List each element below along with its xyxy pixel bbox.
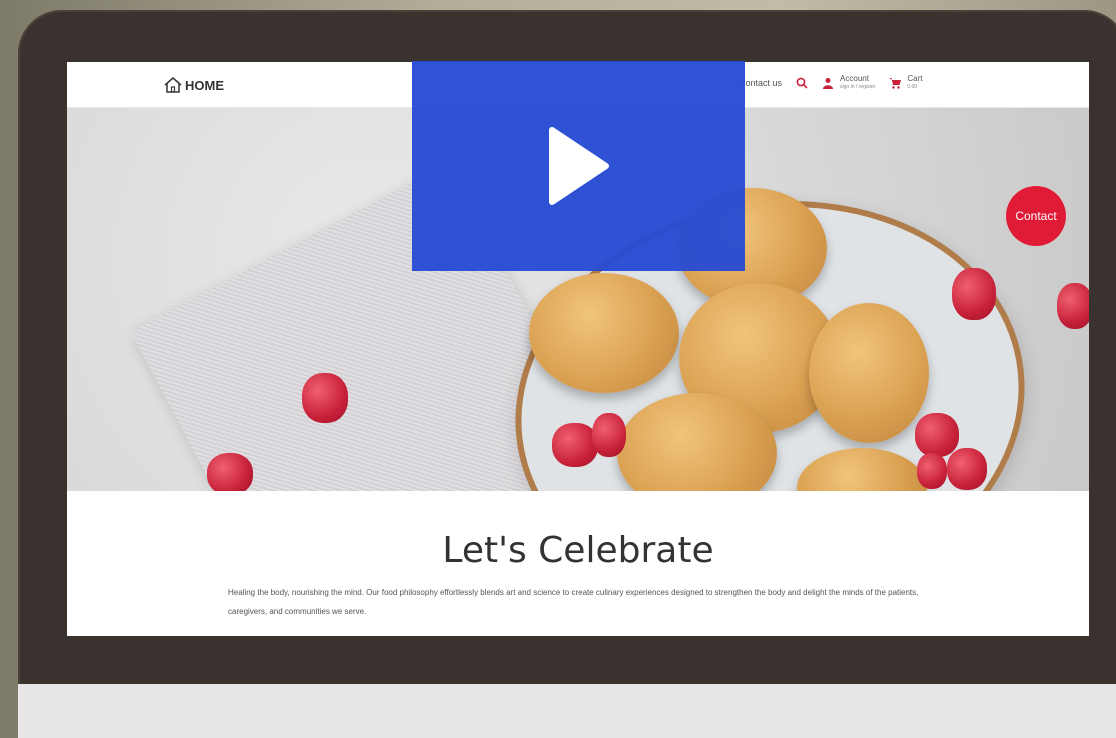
muffin-graphic: [809, 303, 929, 443]
raspberry-graphic: [592, 413, 626, 457]
header-nav: Contact us Account sign in / register Ca…: [739, 74, 922, 92]
account-sublabel: sign in / register: [840, 84, 876, 90]
nav-contact-link[interactable]: Contact us: [739, 78, 782, 88]
cart-label: Cart: [907, 74, 923, 83]
raspberry-graphic: [947, 448, 987, 490]
account-link[interactable]: Account sign in / register: [822, 74, 875, 92]
raspberry-graphic: [552, 423, 598, 467]
home-logo[interactable]: HOME: [163, 76, 224, 94]
raspberry-graphic: [1057, 283, 1089, 329]
play-icon: [548, 127, 609, 205]
contact-float-button[interactable]: Contact: [1006, 186, 1066, 246]
search-button[interactable]: [796, 77, 808, 89]
search-icon: [796, 77, 808, 89]
intro-section: Let's Celebrate Healing the body, nouris…: [67, 492, 1089, 636]
muffin-graphic: [529, 273, 679, 393]
home-icon: [164, 77, 182, 93]
page-headline: Let's Celebrate: [442, 530, 714, 571]
cart-link[interactable]: Cart 0.00: [889, 74, 922, 92]
intro-paragraph: Healing the body, nourishing the mind. O…: [228, 588, 919, 616]
laptop-base: [18, 684, 1116, 738]
logo-label: HOME: [185, 77, 224, 93]
raspberry-graphic: [952, 268, 996, 320]
raspberry-graphic: [302, 373, 348, 423]
cart-total: 0.00: [907, 84, 918, 90]
user-icon: [823, 78, 834, 89]
raspberry-graphic: [917, 453, 947, 489]
raspberry-graphic: [207, 453, 253, 491]
account-label: Account: [840, 74, 869, 83]
cart-icon: [889, 78, 902, 89]
raspberry-graphic: [915, 413, 959, 457]
video-play-button[interactable]: [412, 61, 745, 271]
